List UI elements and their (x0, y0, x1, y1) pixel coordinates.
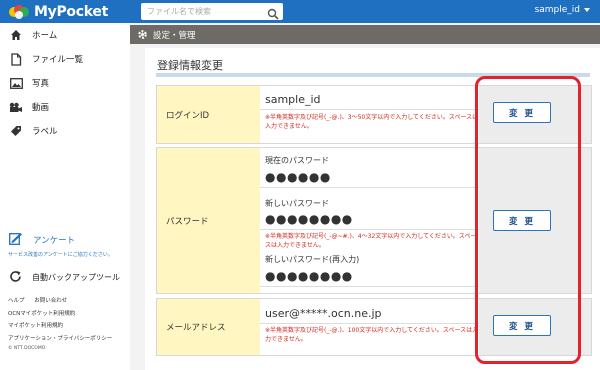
highlight-annotation (475, 76, 581, 364)
sidebar-item-label: ラベル (32, 127, 58, 137)
sidebar-item-label: 写真 (32, 79, 50, 89)
login-id-value: sample_id (265, 93, 321, 106)
file-icon (9, 52, 23, 66)
sidebar-item-files[interactable]: ファイル一覧 (0, 47, 130, 71)
email-hint: ※半角英数字及び記号(_-@.)、100文字以内で入力してください。スペースは入… (265, 327, 479, 343)
search-icon[interactable] (267, 5, 279, 20)
new-password-label: 新しいパスワード (265, 199, 329, 208)
login-id-label: ログインID (157, 86, 260, 143)
terms-link[interactable]: マイポケット利用規約 (8, 323, 63, 329)
gear-icon (137, 29, 148, 40)
copyright: © NTT DOCOMO (8, 346, 46, 351)
email-value: user@*****.ocn.ne.jp (265, 307, 382, 320)
page-title: 登録情報変更 (157, 59, 223, 72)
sidebar-item-videos[interactable]: 動画 (0, 95, 130, 119)
current-password-value: ●●●●●● (265, 170, 331, 184)
contact-link[interactable]: お問い合わせ (34, 298, 67, 304)
chevron-down-icon (584, 8, 590, 12)
email-label: メールアドレス (157, 299, 260, 355)
login-id-hint: ※半角英数字及び記号(_-@.)、3〜50文字以内で入力してください。スペースは… (265, 114, 479, 130)
survey-icon (9, 230, 23, 249)
sidebar-item-photos[interactable]: 写真 (0, 71, 130, 95)
footer-links: ヘルプ お問い合わせ OCNマイポケット利用規約 マイポケット利用規約 アプリケ… (8, 295, 120, 351)
sidebar-item-label: 動画 (32, 103, 50, 113)
current-password-input[interactable]: ●●●●●● (260, 168, 480, 188)
email-input[interactable]: user@*****.ocn.ne.jp (260, 304, 480, 324)
current-password-label: 現在のパスワード (265, 156, 329, 165)
breadcrumb-label: 設定・管理 (153, 30, 196, 41)
search-input[interactable]: ファイル名で検索 (141, 3, 283, 20)
password-label: パスワード (157, 148, 260, 293)
login-id-input[interactable]: sample_id (260, 90, 480, 110)
search-placeholder: ファイル名で検索 (147, 7, 211, 16)
survey-label: アンケート (33, 235, 76, 246)
home-icon (9, 28, 23, 42)
ocn-terms-link[interactable]: OCNマイポケット利用規約 (8, 311, 75, 317)
tag-icon (9, 124, 23, 138)
sidebar: ホーム ファイル一覧 写真 動画 ラベル アンケート サービス改善のアンケートに… (0, 23, 130, 370)
app-policy-link[interactable]: アプリケーション・プライバシーポリシー (8, 336, 112, 342)
mypocket-logo-icon (8, 3, 30, 20)
sidebar-item-labels[interactable]: ラベル (0, 119, 130, 143)
password-field-area: 現在のパスワード ●●●●●● 新しいパスワード ●●●●●●●● ※半角英数字… (260, 148, 480, 293)
backup-tool-label: 自動バックアップツール (32, 273, 120, 282)
confirm-password-label: 新しいパスワード(再入力) (265, 255, 360, 264)
backup-tool-link[interactable]: 自動バックアップツール (9, 268, 120, 287)
email-field-area: user@*****.ocn.ne.jp ※半角英数字及び記号(_-@.)、10… (260, 299, 480, 355)
new-password-hint: ※半角英数字及び記号(_-@~#.)、4〜32文字以内で入力してください。スペー… (265, 233, 477, 249)
sidebar-item-label: ホーム (32, 31, 58, 41)
breadcrumb: 設定・管理 (130, 25, 600, 44)
confirm-password-value: ●●●●●●●● (265, 269, 353, 283)
new-password-value: ●●●●●●●● (265, 212, 353, 226)
sync-icon (9, 268, 22, 287)
new-password-input[interactable]: ●●●●●●●● (260, 210, 480, 230)
brand-name: MyPocket (34, 3, 108, 20)
user-name: sample_id (534, 5, 580, 15)
confirm-password-input[interactable]: ●●●●●●●● (260, 267, 480, 287)
video-icon (9, 100, 23, 114)
survey-note: サービス改善のアンケートにご協力ください。 (8, 252, 113, 258)
survey-link[interactable]: アンケート (9, 230, 75, 249)
photo-icon (9, 76, 23, 90)
user-menu[interactable]: sample_id (535, 5, 590, 15)
sidebar-item-home[interactable]: ホーム (0, 23, 130, 47)
login-id-field-area: sample_id ※半角英数字及び記号(_-@.)、3〜50文字以内で入力して… (260, 86, 480, 143)
top-bar: MyPocket ファイル名で検索 sample_id (0, 0, 600, 23)
sidebar-item-label: ファイル一覧 (32, 55, 84, 65)
logo[interactable]: MyPocket (8, 2, 108, 21)
help-link[interactable]: ヘルプ (8, 298, 25, 304)
